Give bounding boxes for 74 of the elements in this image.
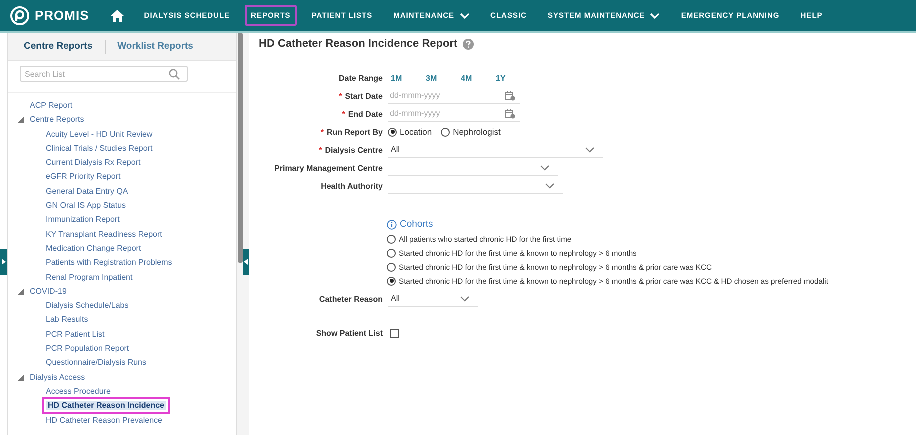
radio-button[interactable] [387, 262, 396, 272]
date-range-button[interactable]: 3M [423, 74, 458, 82]
tree-item[interactable]: Immunization Report [46, 215, 120, 224]
dropdown-field[interactable]: All [388, 292, 478, 306]
field-label: Primary Management Centre [274, 164, 383, 172]
tree-item[interactable]: ACP Report [30, 101, 73, 110]
radio-button[interactable] [387, 276, 396, 286]
field-label: Start Date [345, 92, 383, 100]
required-asterisk: * [319, 146, 322, 154]
collapse-handle[interactable] [243, 249, 249, 275]
required-asterisk: * [342, 110, 346, 118]
tree-item[interactable]: PCR Patient List [46, 330, 105, 339]
scrollbar-thumb[interactable] [238, 33, 243, 263]
info-icon [387, 220, 397, 230]
chevron-down-icon [585, 146, 595, 152]
field-label: Catheter Reason [319, 294, 383, 304]
tree-item[interactable]: Dialysis Schedule/Labs [46, 301, 129, 310]
dropdown-field[interactable]: All [388, 142, 603, 158]
tree-group-label[interactable]: COVID-19 [30, 284, 67, 300]
expand-triangle-icon[interactable] [18, 374, 24, 381]
chevron-down-icon [540, 164, 550, 170]
tree-item[interactable]: GN Oral IS App Status [46, 201, 126, 210]
field-label: Date Range [338, 74, 383, 82]
radio-label[interactable]: Location [400, 127, 432, 137]
field-label: Show Patient List [316, 328, 383, 338]
date-range-button[interactable]: 1Y [493, 74, 528, 82]
tree-group-label[interactable]: Centre Reports [30, 113, 84, 128]
sidebar-tab[interactable]: Centre Reports [16, 41, 101, 52]
tree-item[interactable]: Lab Results [46, 315, 88, 324]
tree-item[interactable]: Medication Change Report [46, 244, 142, 253]
radio-button[interactable] [387, 234, 396, 244]
tree-item[interactable]: Questionnaire/Dialysis Runs [46, 358, 146, 368]
calendar-icon[interactable] [505, 91, 516, 101]
date-range-button[interactable]: 4M [458, 74, 493, 82]
tree-item[interactable]: eGFR Priority Report [46, 172, 121, 182]
radio-button[interactable] [387, 248, 396, 258]
field-label: Health Authority [321, 182, 383, 190]
logo-icon [10, 6, 30, 26]
required-asterisk: * [339, 92, 342, 100]
home-icon[interactable] [111, 10, 124, 22]
tree-item[interactable]: PCR Population Report [46, 344, 130, 354]
tree-group-label[interactable]: Dialysis Access [30, 370, 86, 385]
tree-item[interactable]: Renal Program Inpatient [46, 272, 133, 282]
tree-item[interactable]: Acuity Level - HD Unit Review [46, 130, 153, 139]
chevron-down-icon [545, 182, 555, 188]
help-icon[interactable] [462, 38, 474, 50]
tree-item[interactable]: Clinical Trials / Studies Report [46, 144, 153, 153]
tree-item[interactable]: HD Catheter Reason Prevalence [46, 416, 163, 425]
expand-handle[interactable] [0, 249, 7, 275]
search-icon [169, 69, 180, 80]
date-range-button[interactable]: 1M [388, 74, 423, 82]
tree-item[interactable]: HD Catheter Reason Incidence [46, 401, 166, 410]
tree-item[interactable]: Current Dialysis Rx Report [46, 158, 141, 168]
expand-triangle-icon[interactable] [18, 289, 24, 295]
field-label: Dialysis Centre [325, 146, 383, 154]
field-label: Run Report By [327, 128, 383, 136]
required-asterisk: * [320, 128, 324, 136]
report-title: HD Catheter Reason Incidence Report [259, 38, 458, 50]
tree-item[interactable]: Access Procedure [46, 386, 111, 396]
tree-item[interactable]: KY Transplant Readiness Report [46, 230, 162, 239]
radio-button[interactable] [388, 128, 397, 136]
radio-button[interactable] [441, 128, 450, 136]
expand-triangle-icon[interactable] [18, 117, 24, 124]
tree-item[interactable]: Patients with Registration Problems [46, 258, 172, 268]
checkbox[interactable] [390, 328, 399, 338]
radio-label[interactable]: Nephrologist [453, 127, 501, 137]
cohorts-heading: Cohorts [400, 219, 434, 230]
calendar-icon[interactable] [505, 109, 516, 119]
search-field[interactable]: Search List [20, 66, 188, 82]
sidebar-tab[interactable]: Worklist Reports [110, 41, 202, 52]
chevron-down-icon [460, 296, 470, 302]
field-label: End Date [348, 110, 383, 118]
tree-item[interactable]: General Data Entry QA [46, 186, 128, 196]
app-name: PROMIS [35, 8, 90, 23]
